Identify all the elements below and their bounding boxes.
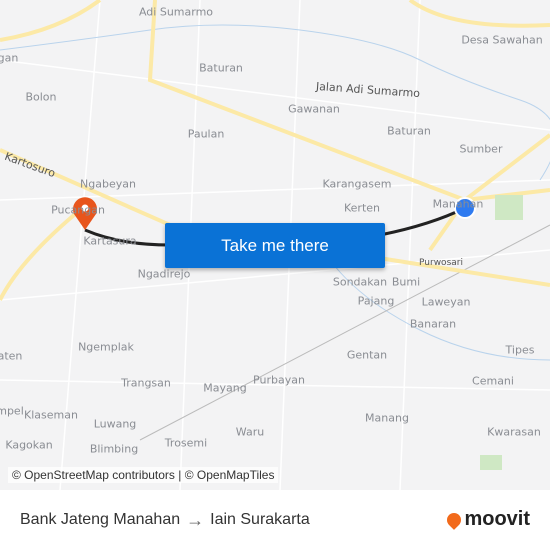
map-attribution[interactable]: © OpenStreetMap contributors | © OpenMap… — [8, 467, 279, 483]
map-label: Laweyan — [421, 295, 471, 309]
map-label: Baturan — [387, 124, 431, 138]
map-label: Desa Sawahan — [461, 33, 543, 47]
map-label: Kartasura — [83, 234, 137, 248]
map-label: Banaran — [409, 317, 457, 331]
map-label: aten — [0, 349, 23, 363]
map-label: Purwosari — [419, 258, 463, 268]
map-label: Adi Sumarmo — [138, 5, 214, 19]
map-label: Blimbing — [89, 442, 139, 456]
map-label: Waru — [235, 425, 265, 439]
map-label: Pucangan — [51, 203, 105, 217]
map-label: Manang — [365, 411, 409, 425]
map-label: Ngabeyan — [80, 177, 136, 191]
map-label: Manahan — [432, 197, 484, 211]
map-label: Karangasem — [322, 177, 392, 191]
map-label: Sumber — [459, 142, 503, 156]
map-label: Ngemplak — [78, 340, 134, 354]
map-label: mpel — [0, 404, 24, 418]
map[interactable]: Adi Sumarmo Desa Sawahan Baturan Jalan A… — [0, 0, 550, 490]
map-label: Tipes — [505, 343, 535, 357]
map-label: Trangsan — [121, 376, 171, 390]
map-label: Luwang — [93, 417, 137, 431]
map-label: Kerten — [343, 201, 381, 215]
map-label: Klaseman — [24, 408, 78, 422]
arrow-right-icon: → — [186, 509, 205, 530]
map-label: gan — [0, 51, 19, 65]
map-label: Pajang — [357, 294, 395, 308]
destination-name: Iain Surakarta — [210, 511, 310, 528]
map-label: Baturan — [199, 61, 243, 75]
map-label: Ngadirejo — [137, 267, 191, 281]
map-label: Paulan — [187, 127, 225, 141]
map-label: Kagokan — [5, 438, 53, 452]
map-label: Mayang — [203, 381, 247, 395]
map-label: Kwarasan — [487, 425, 541, 439]
take-me-there-button[interactable]: Take me there — [165, 223, 385, 268]
moovit-logo: moovit — [444, 508, 530, 531]
map-label: Purbayan — [253, 373, 305, 387]
map-label: Gentan — [346, 348, 388, 362]
map-label: Bumi — [391, 275, 421, 289]
moovit-pin-icon — [444, 509, 465, 530]
map-label: Trosemi — [164, 436, 208, 450]
map-label: Sondakan — [332, 275, 388, 289]
origin-name: Bank Jateng Manahan — [20, 511, 181, 528]
map-label: Gawanan — [288, 102, 340, 116]
map-label: Cemani — [472, 374, 514, 388]
brand-name: moovit — [464, 508, 530, 530]
map-label: Bolon — [25, 90, 57, 104]
